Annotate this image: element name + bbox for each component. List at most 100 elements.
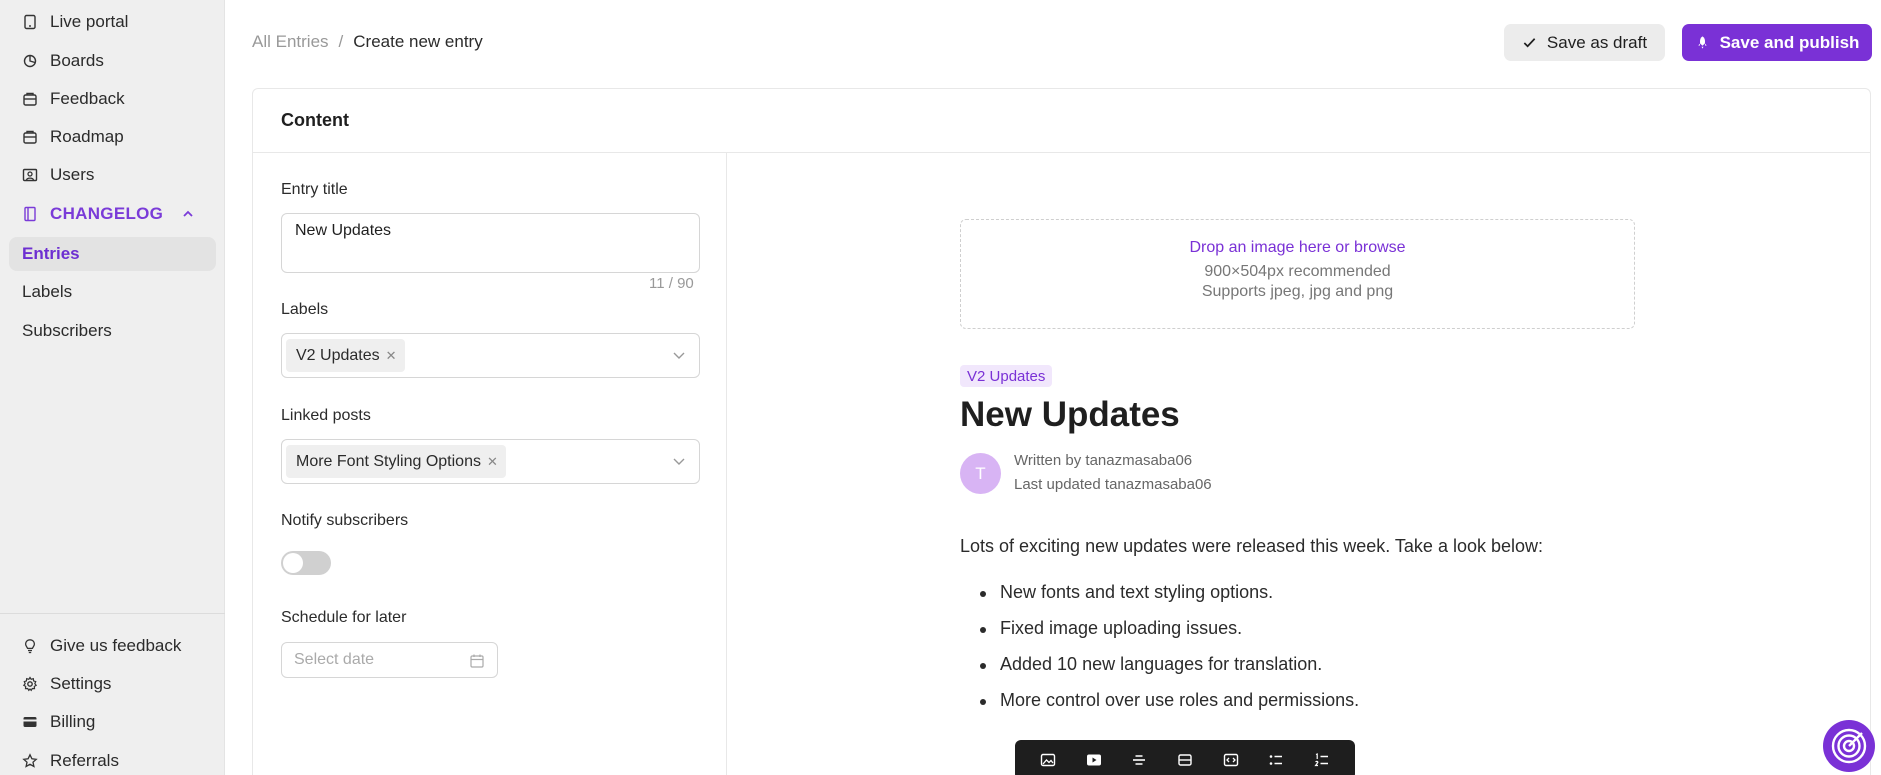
breadcrumb-separator: / bbox=[338, 32, 344, 51]
entry-body-intro[interactable]: Lots of exciting new updates were releas… bbox=[960, 536, 1543, 557]
sidebar-item-label: Referrals bbox=[50, 751, 119, 770]
entry-title-value: New Updates bbox=[295, 222, 392, 239]
video-icon[interactable] bbox=[1084, 750, 1104, 770]
sidebar-item-label: Billing bbox=[50, 712, 96, 731]
sidebar-item-feedback[interactable]: Feedback bbox=[10, 82, 215, 116]
star-icon bbox=[22, 753, 38, 769]
list-item: Added 10 new languages for translation. bbox=[960, 654, 1359, 690]
lightbulb-icon bbox=[22, 638, 38, 654]
boards-icon bbox=[22, 53, 38, 69]
card-title: Content bbox=[281, 110, 349, 130]
save-as-draft-button[interactable]: Save as draft bbox=[1504, 24, 1665, 61]
last-updated-text: Last updated tanazmasaba06 bbox=[1014, 476, 1212, 493]
sidebar-item-entries[interactable]: Entries bbox=[9, 237, 216, 271]
linked-post-tag: More Font Styling Options ✕ bbox=[286, 445, 506, 478]
label-tag: V2 Updates ✕ bbox=[286, 339, 405, 372]
list-item-text: New fonts and text styling options. bbox=[1000, 582, 1274, 602]
code-embed-icon[interactable] bbox=[1221, 750, 1241, 770]
remove-tag-icon[interactable]: ✕ bbox=[386, 348, 397, 364]
list-item-text: Added 10 new languages for translation. bbox=[1000, 654, 1323, 674]
sidebar-item-label: Feedback bbox=[50, 89, 125, 108]
breadcrumb-parent-link[interactable]: All Entries bbox=[252, 32, 329, 52]
list-item: New fonts and text styling options. bbox=[960, 582, 1359, 618]
tablet-icon bbox=[22, 14, 38, 30]
sidebar-item-billing[interactable]: Billing bbox=[10, 705, 215, 739]
image-drop-zone[interactable]: Drop an image here or browse 900×504px r… bbox=[960, 219, 1635, 329]
roadmap-icon bbox=[22, 129, 38, 145]
help-widget-button[interactable] bbox=[1823, 720, 1875, 772]
bullet-list-icon[interactable] bbox=[1266, 750, 1286, 770]
changelog-icon bbox=[22, 206, 38, 222]
sidebar-item-roadmap[interactable]: Roadmap bbox=[10, 120, 215, 154]
sidebar-item-label: Live portal bbox=[50, 12, 129, 31]
card-header: Content bbox=[253, 89, 1870, 153]
sidebar-item-label: Give us feedback bbox=[50, 636, 182, 655]
entry-title-label: Entry title bbox=[281, 181, 348, 198]
entry-label-chip: V2 Updates bbox=[960, 365, 1053, 387]
sidebar-divider bbox=[0, 613, 225, 614]
sidebar-section-changelog[interactable]: CHANGELOG bbox=[10, 197, 215, 231]
chevron-down-icon[interactable] bbox=[671, 347, 687, 363]
sidebar-item-boards[interactable]: Boards bbox=[10, 44, 215, 78]
sidebar-item-label: Boards bbox=[50, 51, 104, 70]
sidebar-item-label: Settings bbox=[50, 674, 112, 693]
sidebar-section-label: CHANGELOG bbox=[50, 204, 164, 223]
feedback-icon bbox=[22, 91, 38, 107]
calendar-icon bbox=[469, 653, 485, 669]
sidebar-item-labels[interactable]: Labels bbox=[9, 275, 216, 309]
strikethrough-icon[interactable] bbox=[1129, 750, 1149, 770]
sidebar-item-referrals[interactable]: Referrals bbox=[10, 744, 215, 775]
users-icon bbox=[22, 167, 38, 183]
schedule-later-label: Schedule for later bbox=[281, 609, 407, 626]
labels-label: Labels bbox=[281, 301, 329, 318]
sidebar-item-label: Entries bbox=[22, 244, 80, 263]
save-and-publish-button[interactable]: Save and publish bbox=[1682, 24, 1872, 61]
linked-post-tag-text: More Font Styling Options bbox=[296, 452, 481, 470]
chevron-up-icon[interactable] bbox=[181, 206, 195, 220]
toggle-knob bbox=[283, 553, 303, 573]
credit-card-icon bbox=[22, 714, 38, 730]
sidebar-item-label: Users bbox=[50, 165, 95, 184]
label-tag-text: V2 Updates bbox=[296, 346, 380, 364]
save-as-draft-label: Save as draft bbox=[1546, 32, 1648, 52]
linked-posts-select[interactable]: More Font Styling Options ✕ bbox=[281, 439, 700, 484]
schedule-date-input[interactable]: Select date bbox=[281, 642, 498, 678]
breadcrumb-current: Create new entry bbox=[353, 32, 483, 51]
entry-title-preview[interactable]: New Updates bbox=[960, 395, 1180, 435]
sidebar-item-live-portal[interactable]: Live portal bbox=[10, 5, 215, 39]
list-item: More control over use roles and permissi… bbox=[960, 690, 1359, 726]
sidebar-item-give-feedback[interactable]: Give us feedback bbox=[10, 629, 215, 663]
list-item-text: Fixed image uploading issues. bbox=[1000, 618, 1243, 638]
checkmark-icon bbox=[1522, 35, 1537, 50]
notify-subscribers-toggle[interactable] bbox=[281, 551, 331, 575]
browse-image-link[interactable]: Drop an image here or browse bbox=[961, 239, 1634, 257]
sidebar-item-label: Subscribers bbox=[22, 321, 112, 340]
written-by-text: Written by tanazmasaba06 bbox=[1014, 452, 1193, 469]
entry-body-list[interactable]: New fonts and text styling options. Fixe… bbox=[960, 582, 1359, 726]
chevron-down-icon[interactable] bbox=[671, 453, 687, 469]
breadcrumb: All Entries / Create new entry bbox=[252, 32, 483, 52]
image-size-hint: 900×504px recommended bbox=[1204, 263, 1391, 280]
labels-select[interactable]: V2 Updates ✕ bbox=[281, 333, 700, 378]
linked-posts-label: Linked posts bbox=[281, 407, 371, 424]
save-and-publish-label: Save and publish bbox=[1719, 32, 1860, 52]
list-item-text: More control over use roles and permissi… bbox=[1000, 690, 1360, 710]
formatting-toolbar bbox=[1015, 740, 1355, 775]
notify-subscribers-label: Notify subscribers bbox=[281, 512, 409, 529]
sidebar-item-users[interactable]: Users bbox=[10, 158, 215, 192]
gear-icon bbox=[22, 676, 38, 692]
image-format-hint: Supports jpeg, jpg and png bbox=[1201, 283, 1394, 300]
remove-tag-icon[interactable]: ✕ bbox=[487, 454, 498, 470]
sidebar-item-label: Roadmap bbox=[50, 127, 124, 146]
author-avatar: T bbox=[960, 453, 1001, 494]
entry-title-input[interactable]: New Updates bbox=[281, 213, 700, 273]
sidebar-item-settings[interactable]: Settings bbox=[10, 667, 215, 701]
rocket-icon bbox=[1695, 35, 1710, 50]
divider-icon[interactable] bbox=[1175, 750, 1195, 770]
sidebar: Live portal Boards Feedback Roadmap User… bbox=[0, 0, 225, 775]
numbered-list-icon[interactable] bbox=[1312, 750, 1332, 770]
image-icon[interactable] bbox=[1038, 750, 1058, 770]
sidebar-item-subscribers[interactable]: Subscribers bbox=[9, 314, 216, 348]
sidebar-item-label: Labels bbox=[22, 282, 73, 301]
list-item: Fixed image uploading issues. bbox=[960, 618, 1359, 654]
